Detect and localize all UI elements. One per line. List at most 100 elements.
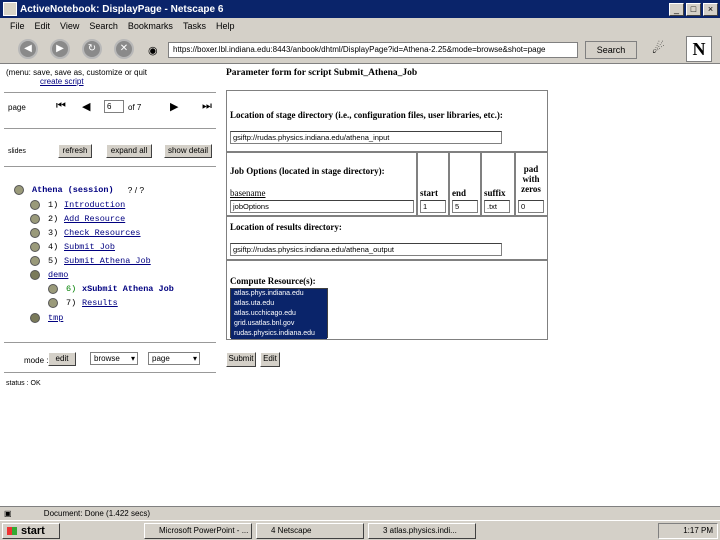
start-label: start: [420, 188, 438, 198]
menu-bookmarks[interactable]: Bookmarks: [128, 21, 173, 31]
security-icon[interactable]: ▣: [4, 509, 12, 518]
compute-resource-option[interactable]: atlas.phys.indiana.edu: [231, 289, 327, 299]
column-divider: [448, 152, 450, 216]
forward-icon[interactable]: ▶: [50, 39, 70, 59]
expand-all-button[interactable]: expand all: [106, 144, 152, 158]
compute-resource-option[interactable]: atlas.uta.edu: [231, 299, 327, 309]
menu-edit[interactable]: Edit: [35, 21, 51, 31]
item-label[interactable]: xSubmit Athena Job: [82, 284, 174, 294]
compute-resource-option[interactable]: grid.usatlas.bnl.gov: [231, 319, 327, 329]
divider: [4, 372, 216, 373]
status-bar: ▣ Document: Done (1.422 secs): [0, 506, 720, 520]
suffix-label: suffix: [484, 188, 506, 198]
view-select[interactable]: page: [148, 352, 200, 365]
item-label[interactable]: Check Resources: [64, 228, 141, 238]
compute-resources-list[interactable]: atlas.phys.indiana.edu atlas.uta.edu atl…: [230, 288, 328, 339]
suffix-input[interactable]: .txt: [484, 200, 510, 213]
prev-page-icon[interactable]: ◀: [82, 100, 90, 113]
search-button[interactable]: Search: [585, 41, 637, 59]
tree-session[interactable]: Athena (session) ? / ?: [14, 183, 144, 196]
taskbar-powerpoint[interactable]: Microsoft PowerPoint - ...: [144, 523, 252, 539]
end-input[interactable]: 5: [452, 200, 478, 213]
page-icon: [30, 199, 40, 210]
parameter-form: Parameter form for script Submit_Athena_…: [226, 66, 556, 506]
tree-folder-demo[interactable]: demo: [30, 268, 68, 281]
tree-item[interactable]: 3) Check Resources: [30, 226, 141, 239]
first-page-icon[interactable]: ⏮: [56, 100, 66, 113]
item-num: 2): [48, 213, 59, 224]
page-count: of 7: [128, 103, 142, 112]
taskbar-netscape[interactable]: 4 Netscape: [256, 523, 364, 539]
menu-bar: File Edit View Search Bookmarks Tasks He…: [0, 18, 720, 34]
item-label[interactable]: Add Resource: [64, 214, 125, 224]
edit-mode-button[interactable]: edit: [48, 352, 76, 366]
minimize-button[interactable]: _: [669, 2, 684, 16]
job-options-label: Job Options (located in stage directory)…: [230, 166, 385, 176]
session-help[interactable]: ? / ?: [128, 185, 145, 195]
next-page-icon[interactable]: ▶: [170, 100, 178, 113]
basename-input[interactable]: jobOptions: [230, 200, 414, 213]
start-button[interactable]: start: [2, 523, 60, 539]
tree-item[interactable]: 2) Add Resource: [30, 212, 125, 225]
tree-item[interactable]: 7) Results: [48, 296, 118, 309]
demo-label[interactable]: demo: [48, 270, 68, 280]
menu-tasks[interactable]: Tasks: [183, 21, 206, 31]
tmp-label[interactable]: tmp: [48, 313, 63, 323]
compute-resource-option[interactable]: atlas.ucchicago.edu: [231, 309, 327, 319]
tree-item[interactable]: 5) Submit Athena Job: [30, 254, 151, 267]
netscape-app-icon: [3, 2, 17, 16]
reload-icon[interactable]: ↻: [82, 39, 102, 59]
url-input[interactable]: https://boxer.lbl.indiana.edu:8443/anboo…: [168, 42, 578, 58]
compute-resources-label: Compute Resource(s):: [230, 276, 316, 286]
start-input[interactable]: 1: [420, 200, 446, 213]
title-bar: ActiveNotebook: DisplayPage - Netscape 6…: [0, 0, 720, 18]
close-button[interactable]: ×: [703, 2, 718, 16]
back-icon[interactable]: ◀: [18, 39, 38, 59]
divider: [4, 128, 216, 129]
mode-label: mode :: [24, 356, 49, 365]
stage-directory-input[interactable]: gsiftp://rudas.physics.indiana.edu/athen…: [230, 131, 502, 144]
mode-select[interactable]: browse: [90, 352, 138, 365]
item-label[interactable]: Results: [82, 298, 118, 308]
divider: [4, 166, 216, 167]
tree-item[interactable]: 1) Introduction: [30, 198, 125, 211]
item-num: 7): [66, 297, 77, 308]
system-tray: 1:17 PM: [658, 523, 718, 539]
refresh-button[interactable]: refresh: [58, 144, 92, 158]
page-icon: [30, 255, 40, 266]
edit-button[interactable]: Edit: [260, 352, 280, 367]
create-script-link[interactable]: create script: [40, 77, 84, 86]
results-directory-input[interactable]: gsiftp://rudas.physics.indiana.edu/athen…: [230, 243, 502, 256]
stop-icon[interactable]: ✕: [114, 39, 134, 59]
item-label[interactable]: Introduction: [64, 200, 125, 210]
pad-label: pad with zeros: [521, 164, 541, 194]
item-num: 4): [48, 241, 59, 252]
menu-view[interactable]: View: [60, 21, 79, 31]
menu-file[interactable]: File: [10, 21, 25, 31]
slides-label: slides: [8, 148, 26, 155]
bookmark-icon[interactable]: ◉: [148, 44, 158, 57]
taskbar-atlas[interactable]: 3 atlas.physics.indi...: [368, 523, 476, 539]
item-label[interactable]: Submit Job: [64, 242, 115, 252]
form-title: Parameter form for script Submit_Athena_…: [226, 68, 418, 78]
submit-button[interactable]: Submit: [226, 352, 256, 367]
column-divider: [416, 152, 418, 216]
tree-item-current[interactable]: 6) xSubmit Athena Job: [48, 282, 174, 295]
activity-icon: ☄: [652, 40, 665, 56]
session-label[interactable]: Athena (session): [32, 185, 114, 195]
tree-item[interactable]: 4) Submit Job: [30, 240, 115, 253]
maximize-button[interactable]: □: [686, 2, 701, 16]
page-icon: [48, 283, 58, 294]
show-detail-button[interactable]: show detail: [164, 144, 212, 158]
menu-links[interactable]: (menu: save, save as, customize or quit: [6, 68, 147, 77]
menu-search[interactable]: Search: [89, 21, 118, 31]
last-page-icon[interactable]: ⏭: [202, 100, 212, 113]
page-number-input[interactable]: 6: [104, 100, 124, 113]
compute-resource-option[interactable]: rudas.physics.indiana.edu: [231, 329, 327, 339]
item-label[interactable]: Submit Athena Job: [64, 256, 151, 266]
navigation-toolbar: ◀ ▶ ↻ ✕ ◉ https://boxer.lbl.indiana.edu:…: [0, 34, 720, 64]
menu-help[interactable]: Help: [216, 21, 235, 31]
tree-folder-tmp[interactable]: tmp: [30, 311, 63, 324]
pad-input[interactable]: 0: [518, 200, 544, 213]
netscape-logo: N: [686, 36, 712, 62]
